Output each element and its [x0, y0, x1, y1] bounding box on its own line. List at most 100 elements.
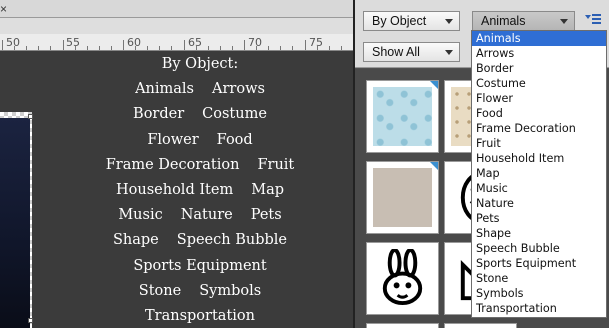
badge-icon: [430, 162, 438, 170]
overlay-word: Arrows: [212, 81, 265, 98]
dropdown-option-symbols[interactable]: Symbols: [472, 286, 606, 301]
chevron-down-icon: [560, 19, 568, 24]
overlay-word: Symbols: [199, 282, 262, 299]
graphic-thumbnail[interactable]: [366, 242, 439, 315]
dropdown-option-flower[interactable]: Flower: [472, 91, 606, 106]
dropdown-option-fruit[interactable]: Fruit: [472, 136, 606, 151]
ruler-tick: [195, 46, 197, 50]
dropdown-option-nature[interactable]: Nature: [472, 196, 606, 211]
dropdown-option-arrows[interactable]: Arrows: [472, 46, 606, 61]
overlay-heading: By Object:: [161, 56, 239, 72]
chevron-down-icon: [445, 19, 453, 24]
overlay-word: Music: [118, 207, 163, 224]
ruler-tick: [74, 46, 76, 50]
taupe-texture-preview: [373, 168, 432, 227]
ruler-tick: [50, 46, 52, 50]
transform-handle[interactable]: [28, 114, 33, 119]
graphic-thumbnail[interactable]: [366, 161, 439, 234]
show-filter-dropdown[interactable]: Show All: [363, 42, 460, 62]
ruler-tick: [244, 40, 245, 50]
overlay-word: Speech Bubble: [176, 232, 287, 249]
ruler-tick: [292, 46, 294, 50]
dropdown-option-animals[interactable]: Animals: [472, 31, 606, 46]
ruler-tick: [62, 40, 64, 50]
dropdown-option-map[interactable]: Map: [472, 166, 606, 181]
category-dropdown[interactable]: Animals: [472, 11, 575, 31]
overlay-word: Border: [133, 106, 185, 123]
close-icon[interactable]: ×: [0, 2, 7, 16]
ruler-label: 70: [248, 36, 262, 49]
ruler-tick: [280, 46, 282, 50]
dropdown-option-costume[interactable]: Costume: [472, 76, 606, 91]
overlay-word: Nature: [180, 207, 233, 224]
ruler-tick: [110, 46, 112, 50]
transform-handle[interactable]: [28, 318, 33, 323]
overlay-word: Animals: [135, 81, 194, 98]
ruler-tick: [256, 46, 258, 50]
show-filter-label: Show All: [372, 45, 420, 59]
graphic-thumbnail[interactable]: [366, 80, 439, 153]
ruler-tick: [98, 46, 100, 50]
ruler-label: 60: [127, 36, 141, 49]
dropdown-option-border[interactable]: Border: [472, 61, 606, 76]
ruler-tick: [171, 46, 173, 50]
ruler-tick: [86, 46, 88, 50]
ruler-tick: [123, 40, 124, 50]
document-photo: [0, 118, 30, 328]
dropdown-option-frame-decoration[interactable]: Frame Decoration: [472, 121, 606, 136]
dropdown-option-sports-equipment[interactable]: Sports Equipment: [472, 256, 606, 271]
ruler-tick: [2, 40, 3, 50]
dropdown-option-household-item[interactable]: Household Item: [472, 151, 606, 166]
panel-options-icon[interactable]: [583, 10, 605, 30]
document-canvas[interactable]: × 50 55 60 65 70 75 By Object: Animals Ar…: [0, 0, 353, 328]
horizontal-ruler: 50 55 60 65 70 75: [0, 34, 353, 51]
ruler-tick: [38, 46, 40, 50]
ruler-tick: [231, 46, 233, 50]
overlay-word: Flower: [147, 131, 199, 148]
paw-pattern-preview: [373, 87, 432, 146]
overlay-word: Household Item: [116, 182, 234, 199]
dropdown-option-stone[interactable]: Stone: [472, 271, 606, 286]
category-list-text: By Object: Animals Arrows Border Costume F…: [85, 52, 315, 328]
filter-type-dropdown[interactable]: By Object: [363, 11, 460, 31]
dropdown-option-food[interactable]: Food: [472, 106, 606, 121]
overlay-word: Stone: [138, 282, 182, 299]
graphic-thumbnail[interactable]: [444, 323, 517, 328]
overlay-word: Frame Decoration: [105, 156, 240, 173]
ruler-tick: [14, 46, 16, 50]
category-dropdown-list[interactable]: Animals Arrows Border Costume Flower Foo…: [471, 30, 607, 318]
overlay-word: Pets: [250, 207, 282, 224]
ruler-tick: [268, 46, 270, 50]
ruler-tick: [159, 46, 161, 50]
overlay-word: Transportation: [145, 308, 255, 325]
ruler-tick: [135, 46, 137, 50]
ruler-tick: [316, 46, 318, 50]
overlay-word: Food: [216, 131, 253, 148]
overlay-word: Map: [251, 182, 284, 199]
ruler-tick: [147, 46, 149, 50]
chevron-down-icon: [445, 50, 453, 55]
ruler-tick: [304, 40, 306, 50]
ruler-tick: [26, 46, 28, 50]
ruler-label: 50: [6, 36, 20, 49]
document-tab-bar: ×: [0, 0, 353, 18]
ruler-tick: [328, 46, 330, 50]
graphic-thumbnail[interactable]: [366, 323, 439, 328]
dropdown-option-shape[interactable]: Shape: [472, 226, 606, 241]
dropdown-option-music[interactable]: Music: [472, 181, 606, 196]
rabbit-shape-icon: [382, 249, 423, 306]
ruler-label: 55: [66, 36, 80, 49]
dropdown-option-speech-bubble[interactable]: Speech Bubble: [472, 241, 606, 256]
overlay-word: Shape: [112, 232, 159, 249]
dropdown-option-transportation[interactable]: Transportation: [472, 301, 606, 316]
options-strip: [0, 18, 353, 34]
dropdown-option-pets[interactable]: Pets: [472, 211, 606, 226]
ruler-tick: [219, 46, 221, 50]
filter-type-label: By Object: [372, 14, 427, 28]
overlay-word: Costume: [202, 106, 267, 123]
overlay-word: Sports Equipment: [133, 257, 267, 274]
ruler-tick: [183, 40, 185, 50]
category-label: Animals: [481, 14, 526, 28]
badge-icon: [430, 81, 438, 89]
overlay-word: Fruit: [257, 156, 295, 173]
